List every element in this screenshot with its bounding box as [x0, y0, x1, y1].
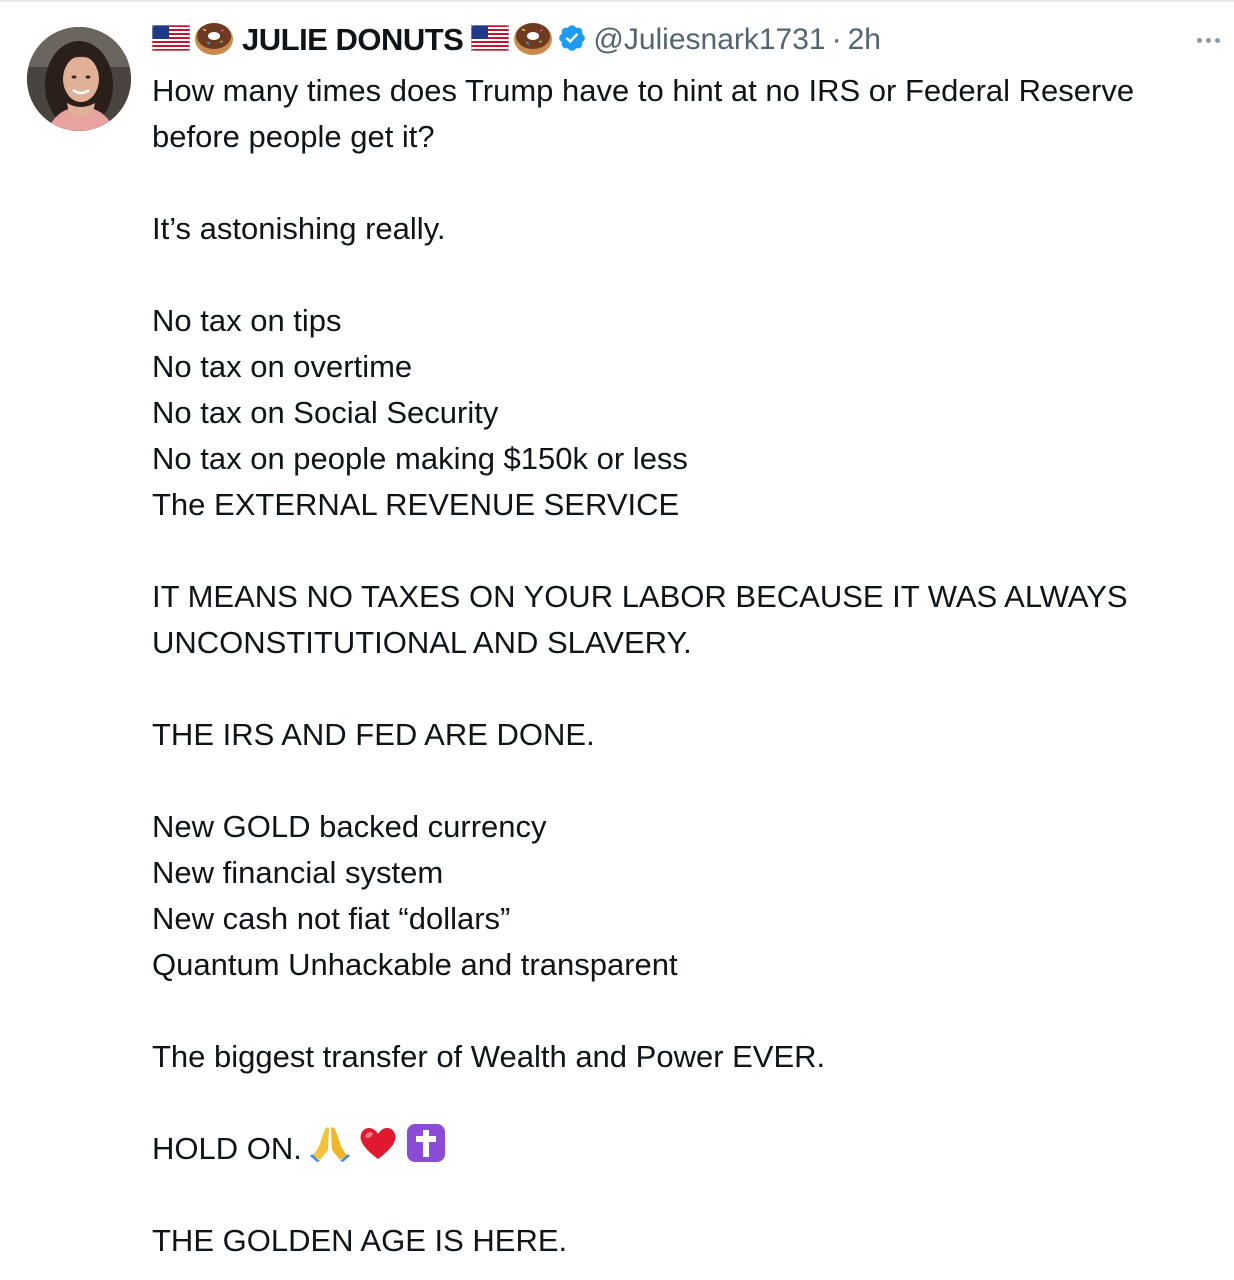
list-item: New GOLD backed currency	[152, 809, 547, 844]
list-item: No tax on Social Security	[152, 395, 499, 430]
list-item: No tax on tips	[152, 303, 342, 338]
text-line: The biggest transfer of Wealth and Power…	[152, 1039, 826, 1074]
timestamp[interactable]: 2h	[848, 23, 881, 57]
list-item: The EXTERNAL REVENUE SERVICE	[152, 487, 680, 522]
tweet-text: How many times does Trump have to hint a…	[152, 68, 1222, 1264]
text-line: THE GOLDEN AGE IS HERE.	[152, 1223, 568, 1258]
text-line: IT MEANS NO TAXES ON YOUR LABOR BECAUSE …	[152, 579, 1128, 614]
text-line: How many times does Trump have to hint a…	[152, 73, 1135, 108]
text-line: THE IRS AND FED ARE DONE.	[152, 717, 595, 752]
donut-icon	[194, 20, 234, 61]
separator-dot: ·	[831, 23, 842, 56]
red-heart-icon	[358, 1125, 398, 1174]
list-item: No tax on overtime	[152, 349, 413, 384]
verified-badge-icon[interactable]	[557, 23, 587, 58]
folded-hands-icon	[309, 1124, 350, 1175]
us-flag-icon	[470, 24, 510, 56]
list-item: New cash not fiat “dollars”	[152, 901, 511, 936]
list-item: No tax on people making $150k or less	[152, 441, 688, 476]
tweet-header: JULIE DONUTS @Juliesnark1731 · 2h	[151, 20, 881, 61]
hold-on-line: HOLD ON.	[152, 1123, 1222, 1175]
tweet[interactable]: JULIE DONUTS @Juliesnark1731 · 2h How ma…	[0, 0, 1234, 1280]
text-line: It’s astonishing really.	[152, 211, 446, 246]
text-line: UNCONSTITUTIONAL AND SLAVERY.	[152, 625, 692, 660]
list-item: New financial system	[152, 855, 444, 890]
author-handle[interactable]: @Juliesnark1731	[593, 23, 825, 57]
us-flag-icon	[151, 24, 191, 56]
text-line: HOLD ON.	[152, 1131, 302, 1166]
more-options-icon[interactable]	[1197, 38, 1220, 43]
avatar[interactable]	[27, 27, 131, 131]
donut-icon	[513, 20, 553, 61]
list-item: Quantum Unhackable and transparent	[152, 947, 678, 982]
latin-cross-icon	[406, 1123, 446, 1176]
text-line: before people get it?	[152, 119, 435, 154]
display-name[interactable]: JULIE DONUTS	[242, 22, 464, 58]
